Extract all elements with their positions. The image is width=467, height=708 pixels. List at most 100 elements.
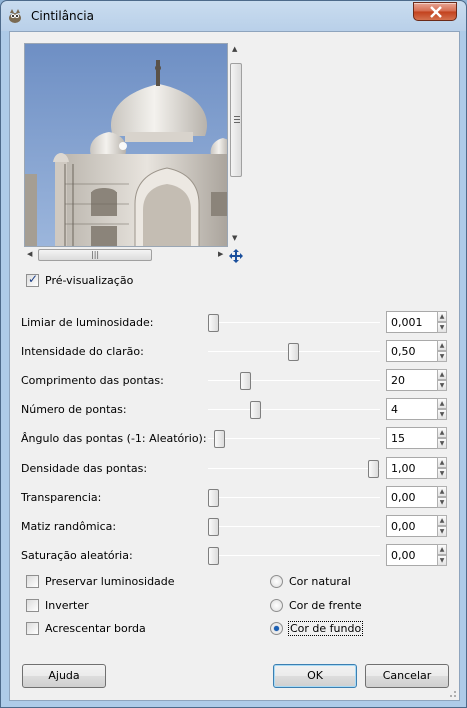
preserve-luminosity-checkbox[interactable] — [26, 575, 39, 588]
spike-count-value[interactable]: 4 — [391, 403, 398, 416]
horizontal-scroll-thumb[interactable]: ||| — [38, 249, 152, 261]
preview-checkbox-label[interactable]: Pré-visualização — [45, 274, 133, 287]
spin-up-arrow-icon[interactable]: ▲ — [437, 340, 447, 351]
random-saturation-slider-handle[interactable] — [208, 547, 219, 565]
spin-down-arrow-icon[interactable]: ▼ — [437, 380, 447, 391]
scroll-left-arrow-icon[interactable]: ◀ — [27, 251, 32, 258]
spike-length-spin-buttons[interactable]: ▲ ▼ — [437, 369, 447, 391]
spike-count-slider-track[interactable] — [208, 409, 380, 410]
random-saturation-slider-track[interactable] — [208, 555, 380, 556]
spin-up-arrow-icon[interactable]: ▲ — [437, 544, 447, 555]
brightness-threshold-spin-buttons[interactable]: ▲ ▼ — [437, 311, 447, 333]
navigate-move-icon[interactable] — [229, 249, 243, 263]
preview-horizontal-scrollbar[interactable]: ◀ ||| ▶ — [24, 248, 228, 262]
taj-mahal-image — [25, 44, 227, 246]
brightness-threshold-slider-track[interactable] — [208, 322, 380, 323]
spike-density-slider-track[interactable] — [208, 468, 380, 469]
spin-up-arrow-icon[interactable]: ▲ — [437, 486, 447, 497]
random-saturation-label: Saturação aleatória: — [21, 549, 133, 562]
random-saturation-spin-buttons[interactable]: ▲ ▼ — [437, 544, 447, 566]
spike-angle-spinbox[interactable]: 15 — [386, 427, 438, 449]
random-hue-spinbox[interactable]: 0,00 — [386, 515, 438, 537]
random-saturation-spinbox[interactable]: 0,00 — [386, 544, 438, 566]
spike-angle-spin-buttons[interactable]: ▲ ▼ — [437, 427, 447, 449]
foreground-color-label[interactable]: Cor de frente — [289, 599, 362, 612]
flare-intensity-spin-buttons[interactable]: ▲ ▼ — [437, 340, 447, 362]
invert-checkbox[interactable] — [26, 599, 39, 612]
preview-checkbox[interactable] — [26, 272, 39, 287]
spike-angle-slider-track[interactable] — [208, 438, 380, 439]
ok-button[interactable]: OK — [273, 664, 357, 688]
help-button[interactable]: Ajuda — [22, 664, 106, 688]
close-button[interactable] — [413, 2, 457, 21]
spike-angle-slider-handle[interactable] — [214, 430, 225, 448]
spin-up-arrow-icon[interactable]: ▲ — [437, 311, 447, 322]
spike-length-slider-track[interactable] — [208, 380, 380, 381]
spin-up-arrow-icon[interactable]: ▲ — [437, 369, 447, 380]
spin-down-arrow-icon[interactable]: ▼ — [437, 526, 447, 537]
random-hue-spin-buttons[interactable]: ▲ ▼ — [437, 515, 447, 537]
transparency-spin-buttons[interactable]: ▲ ▼ — [437, 486, 447, 508]
spike-count-spinbox[interactable]: 4 — [386, 398, 438, 420]
spin-down-arrow-icon[interactable]: ▼ — [437, 555, 447, 566]
scroll-down-arrow-icon[interactable]: ▼ — [232, 235, 237, 242]
preserve-luminosity-label[interactable]: Preservar luminosidade — [45, 575, 175, 588]
add-border-label[interactable]: Acrescentar borda — [45, 622, 146, 635]
add-border-checkbox[interactable] — [26, 622, 39, 635]
scroll-up-arrow-icon[interactable]: ▲ — [232, 46, 237, 53]
brightness-threshold-value[interactable]: 0,001 — [391, 316, 423, 329]
window-title: Cintilância — [31, 9, 94, 23]
random-hue-slider-track[interactable] — [208, 526, 380, 527]
cancel-button[interactable]: Cancelar — [365, 664, 449, 688]
natural-color-label[interactable]: Cor natural — [289, 575, 351, 588]
brightness-threshold-slider-handle[interactable] — [208, 314, 219, 332]
transparency-slider-track[interactable] — [208, 497, 380, 498]
resize-grip-icon[interactable] — [447, 688, 457, 698]
spike-length-slider-handle[interactable] — [240, 372, 251, 390]
spin-down-arrow-icon[interactable]: ▼ — [437, 322, 447, 333]
spike-density-slider-handle[interactable] — [368, 460, 379, 478]
spin-down-arrow-icon[interactable]: ▼ — [437, 409, 447, 420]
spike-count-slider-handle[interactable] — [250, 401, 261, 419]
flare-intensity-value[interactable]: 0,50 — [391, 345, 416, 358]
spike-density-spin-buttons[interactable]: ▲ ▼ — [437, 457, 447, 479]
spin-up-arrow-icon[interactable]: ▲ — [437, 398, 447, 409]
spin-up-arrow-icon[interactable]: ▲ — [437, 457, 447, 468]
spike-angle-value[interactable]: 15 — [391, 432, 405, 445]
background-color-radio[interactable] — [270, 622, 283, 635]
transparency-slider-handle[interactable] — [208, 489, 219, 507]
close-icon — [430, 6, 442, 18]
spike-angle-label: Ângulo das pontas (-1: Aleatório): — [21, 432, 207, 445]
random-hue-value[interactable]: 0,00 — [391, 520, 416, 533]
vertical-scroll-thumb[interactable] — [230, 63, 242, 177]
spin-down-arrow-icon[interactable]: ▼ — [437, 497, 447, 508]
natural-color-radio[interactable] — [270, 575, 283, 588]
spike-length-value[interactable]: 20 — [391, 374, 405, 387]
transparency-label: Transparencia: — [21, 491, 102, 504]
spike-density-value[interactable]: 1,00 — [391, 462, 416, 475]
title-bar[interactable]: Cintilância — [1, 1, 466, 31]
spin-up-arrow-icon[interactable]: ▲ — [437, 515, 447, 526]
random-hue-slider-handle[interactable] — [208, 518, 219, 536]
flare-intensity-spinbox[interactable]: 0,50 — [386, 340, 438, 362]
spin-up-arrow-icon[interactable]: ▲ — [437, 427, 447, 438]
spin-down-arrow-icon[interactable]: ▼ — [437, 438, 447, 449]
spike-count-spin-buttons[interactable]: ▲ ▼ — [437, 398, 447, 420]
spin-down-arrow-icon[interactable]: ▼ — [437, 468, 447, 479]
background-color-label[interactable]: Cor de fundo — [287, 621, 364, 636]
preview-vertical-scrollbar[interactable]: ▲ ▼ — [229, 43, 243, 247]
random-hue-label: Matiz randômica: — [21, 520, 117, 533]
preview-image[interactable] — [24, 43, 228, 247]
spike-density-spinbox[interactable]: 1,00 — [386, 457, 438, 479]
transparency-value[interactable]: 0,00 — [391, 491, 416, 504]
spin-down-arrow-icon[interactable]: ▼ — [437, 351, 447, 362]
scroll-right-arrow-icon[interactable]: ▶ — [218, 251, 223, 258]
random-saturation-value[interactable]: 0,00 — [391, 549, 416, 562]
dialog-window: Cintilância ▲ ▼ ◀ ||| ▶ ✓ Pré-visualizaç… — [0, 0, 467, 708]
invert-label[interactable]: Inverter — [45, 599, 89, 612]
brightness-threshold-spinbox[interactable]: 0,001 — [386, 311, 438, 333]
spike-length-spinbox[interactable]: 20 — [386, 369, 438, 391]
foreground-color-radio[interactable] — [270, 599, 283, 612]
transparency-spinbox[interactable]: 0,00 — [386, 486, 438, 508]
flare-intensity-slider-handle[interactable] — [288, 343, 299, 361]
